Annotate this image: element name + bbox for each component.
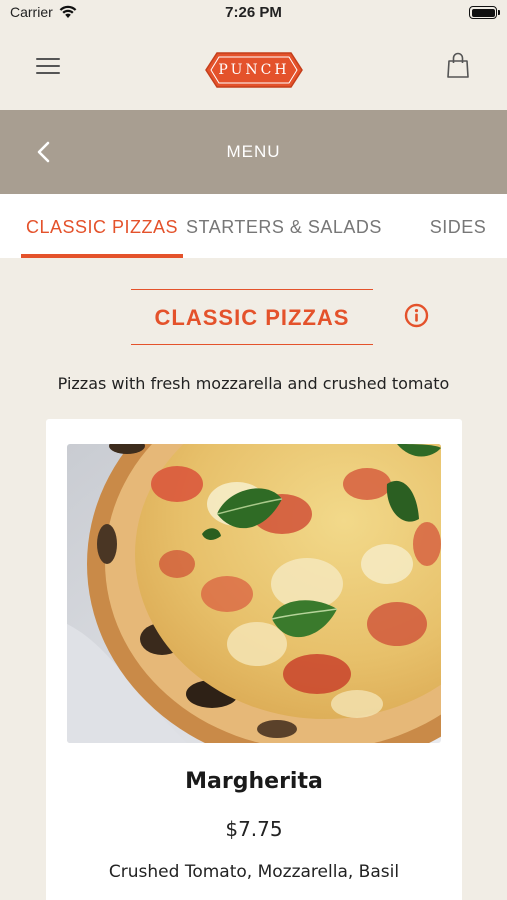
category-tabs: CLASSIC PIZZAS STARTERS & SALADS SIDES (0, 194, 507, 258)
tab-starters-salads[interactable]: STARTERS & SALADS (183, 194, 385, 258)
battery-icon (469, 6, 500, 19)
active-tab-indicator (21, 254, 183, 258)
tab-sides[interactable]: SIDES (410, 194, 506, 258)
section-title: CLASSIC PIZZAS (154, 305, 350, 330)
item-description: Crushed Tomato, Mozzarella, Basil (108, 862, 400, 882)
section-title-box: CLASSIC PIZZAS (131, 289, 373, 345)
menu-title: MENU (226, 142, 281, 161)
menu-bar: MENU (0, 110, 507, 194)
pizza-image (67, 444, 441, 743)
back-chevron-icon[interactable] (34, 140, 54, 164)
punch-logo: PUNCH (203, 50, 305, 90)
hamburger-menu-icon[interactable] (36, 58, 60, 75)
status-time: 7:26 PM (225, 4, 282, 21)
item-price: $7.75 (225, 817, 283, 841)
section-description: Pizzas with fresh mozzarella and crushed… (57, 374, 450, 393)
menu-item-card[interactable]: Margherita $7.75 Crushed Tomato, Mozzare… (46, 419, 462, 900)
logo-text: PUNCH (218, 62, 290, 78)
status-bar: Carrier 7:26 PM (0, 0, 507, 28)
shopping-bag-icon[interactable] (446, 52, 470, 78)
item-name: Margherita (185, 769, 323, 794)
info-icon[interactable] (404, 303, 429, 328)
tab-classic-pizzas[interactable]: CLASSIC PIZZAS (21, 194, 183, 258)
top-header: PUNCH (0, 28, 507, 110)
